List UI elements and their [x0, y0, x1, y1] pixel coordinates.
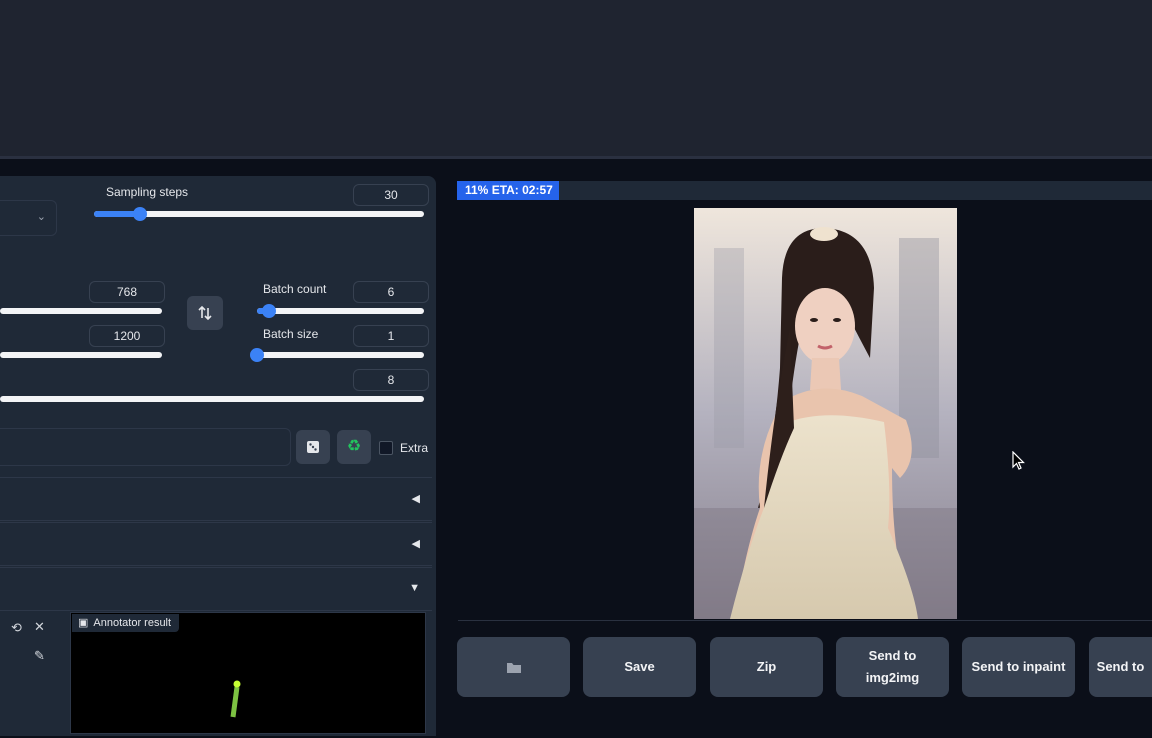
send-to-img2img-line2: img2img	[865, 670, 920, 685]
batch-size-slider[interactable]	[250, 348, 424, 362]
slider-handle[interactable]	[250, 348, 264, 362]
accordion-collapsed-2[interactable]: ◀	[0, 522, 432, 566]
recycle-icon: ♻	[346, 438, 362, 455]
portrait-illustration	[694, 208, 957, 619]
gallery-divider	[458, 620, 1152, 621]
width-slider[interactable]	[0, 308, 162, 314]
divider	[0, 156, 1152, 159]
cfg-scale-input[interactable]: 8	[353, 369, 429, 391]
sampling-steps-slider[interactable]	[94, 207, 424, 221]
swap-vertical-arrows-icon	[198, 305, 212, 321]
batch-size-input[interactable]: 1	[353, 325, 429, 347]
generated-image[interactable]	[694, 208, 957, 619]
caret-left-icon: ◀	[411, 493, 420, 505]
slider-handle[interactable]	[261, 304, 276, 318]
open-folder-button[interactable]	[457, 637, 570, 697]
send-to-img2img-button[interactable]: Send to img2img	[836, 637, 949, 697]
annotator-result-label: ▣ Annotator result	[72, 614, 180, 632]
extra-label: Extra	[400, 441, 429, 455]
extra-checkbox[interactable]	[379, 441, 393, 455]
seed-input[interactable]	[0, 428, 291, 466]
height-slider[interactable]	[0, 352, 162, 358]
batch-count-input[interactable]: 6	[353, 281, 429, 303]
image-icon: ▣	[78, 617, 89, 629]
caret-down-icon: ▼	[409, 582, 420, 594]
random-seed-button[interactable]	[296, 430, 330, 464]
sampling-steps-input[interactable]: 30	[353, 184, 429, 206]
batch-count-slider[interactable]	[257, 304, 424, 318]
close-icon[interactable]: ✕	[34, 619, 45, 635]
top-bar	[0, 0, 1152, 158]
caret-left-icon: ◀	[411, 538, 420, 550]
cfg-scale-slider[interactable]	[0, 396, 424, 402]
batch-size-label: Batch size	[263, 327, 319, 341]
reuse-seed-button[interactable]: ♻	[337, 430, 371, 464]
save-button[interactable]: Save	[583, 637, 696, 697]
sampler-dropdown[interactable]: ⌄	[0, 200, 57, 236]
brush-icon[interactable]: ✎	[34, 648, 45, 664]
folder-icon	[506, 663, 521, 673]
undo-icon[interactable]: ⟲	[11, 620, 22, 636]
swap-dimensions-button[interactable]	[187, 296, 223, 330]
zip-button[interactable]: Zip	[710, 637, 823, 697]
send-to-inpaint-button[interactable]: Send to inpaint	[962, 637, 1075, 697]
progress-bar: 11% ETA: 02:57	[457, 181, 559, 200]
accordion-collapsed-1[interactable]: ◀	[0, 477, 432, 521]
send-to-img2img-line1: Send to	[868, 648, 917, 663]
sampling-steps-label: Sampling steps	[106, 185, 189, 199]
progress-track	[457, 181, 1152, 200]
dice-icon	[307, 441, 319, 453]
mouse-cursor-icon	[1012, 451, 1025, 470]
width-input[interactable]: 768	[89, 281, 165, 303]
batch-count-label: Batch count	[263, 282, 327, 296]
send-to-extras-button[interactable]: Send to	[1089, 637, 1152, 697]
chevron-down-icon: ⌄	[36, 211, 46, 223]
accordion-expanded[interactable]: ▼	[0, 567, 432, 611]
height-input[interactable]: 1200	[89, 325, 165, 347]
